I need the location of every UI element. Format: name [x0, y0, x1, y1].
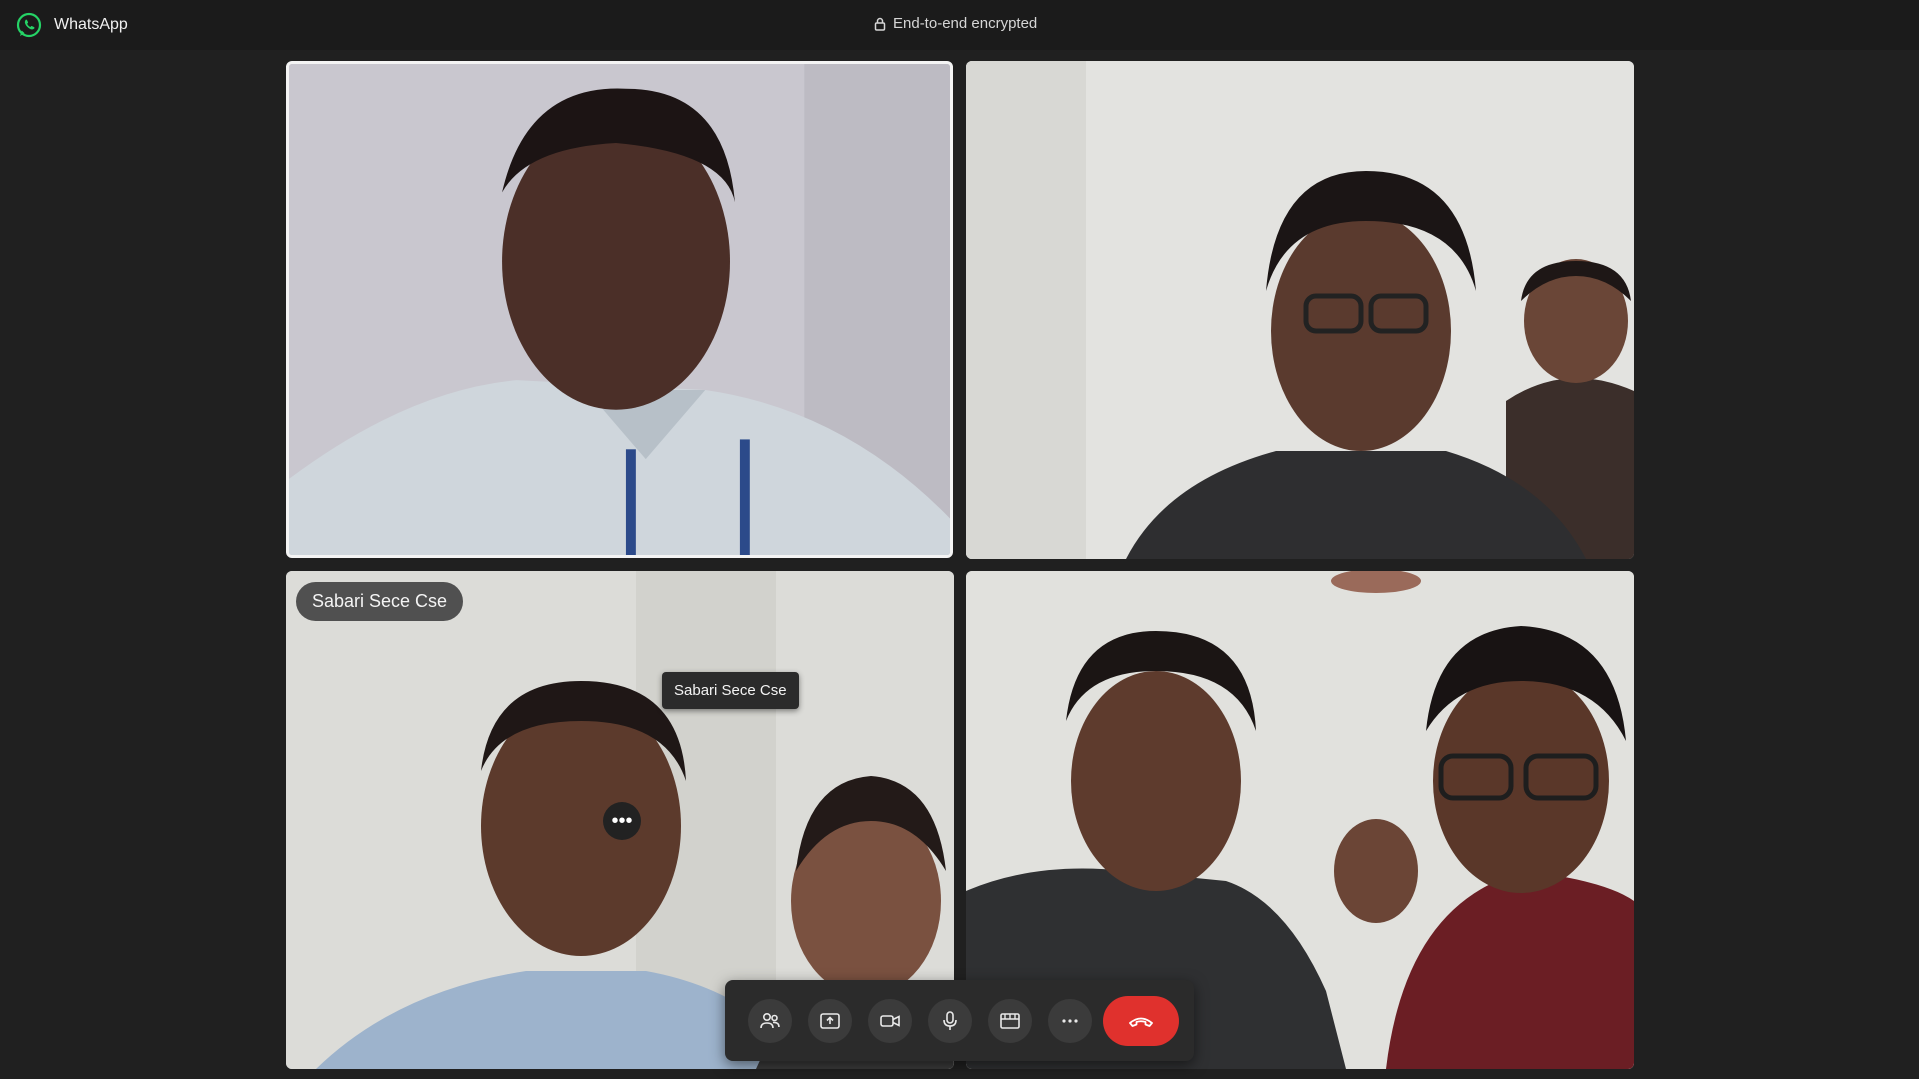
encryption-label: End-to-end encrypted: [893, 15, 1038, 32]
share-screen-button[interactable]: [808, 999, 852, 1043]
participant-tile-1[interactable]: [286, 61, 953, 558]
participant-video-1: [289, 64, 950, 555]
encryption-status: End-to-end encrypted: [874, 15, 1037, 32]
call-controls-toolbar: [725, 980, 1194, 1061]
participant-tile-2[interactable]: [966, 61, 1634, 559]
more-horizontal-icon: [1062, 1019, 1078, 1023]
layout-icon: [1000, 1013, 1020, 1029]
title-bar: WhatsApp End-to-end encrypted: [0, 0, 1919, 50]
end-call-icon: [1129, 1017, 1153, 1027]
people-icon: [760, 1013, 780, 1029]
layout-button[interactable]: [988, 999, 1032, 1043]
participant-more-options-button[interactable]: •••: [603, 802, 641, 840]
microphone-icon: [943, 1011, 957, 1030]
app-title: WhatsApp: [54, 16, 128, 33]
end-call-button[interactable]: [1103, 996, 1179, 1046]
participants-button[interactable]: [748, 999, 792, 1043]
video-camera-icon: [880, 1015, 900, 1027]
more-options-button[interactable]: [1048, 999, 1092, 1043]
microphone-button[interactable]: [928, 999, 972, 1043]
whatsapp-logo-icon: [16, 12, 42, 38]
camera-button[interactable]: [868, 999, 912, 1043]
more-horizontal-icon: •••: [611, 810, 633, 832]
participant-video-2: [966, 61, 1634, 559]
share-screen-icon: [820, 1013, 840, 1029]
lock-icon: [874, 17, 886, 31]
participant-name-label: Sabari Sece Cse: [296, 582, 464, 621]
participant-name-tooltip: Sabari Sece Cse: [662, 672, 799, 709]
app-brand: WhatsApp: [15, 11, 128, 39]
